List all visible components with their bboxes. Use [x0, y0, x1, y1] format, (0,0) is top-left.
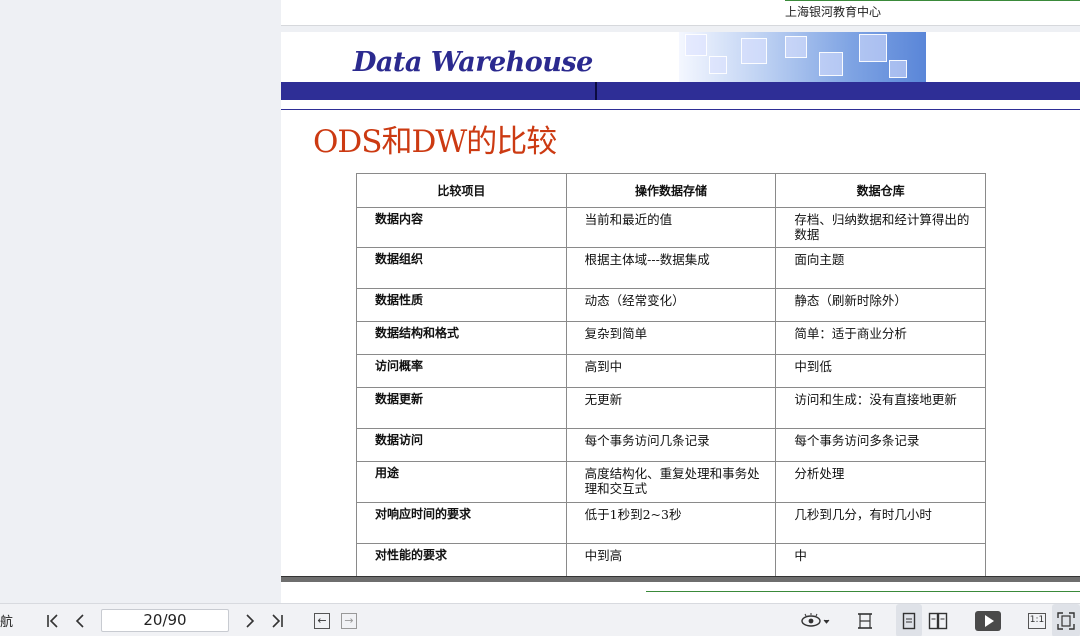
banner-title: Data Warehouse	[353, 47, 593, 78]
play-icon[interactable]	[973, 604, 1003, 636]
navigation-label[interactable]: 航	[0, 604, 18, 636]
column-header: 数据仓库	[775, 173, 986, 208]
banner-graphic	[679, 32, 926, 82]
dw-cell: 分析处理	[775, 461, 986, 503]
prev-page-icon[interactable]	[69, 604, 91, 636]
column-header: 比较项目	[356, 173, 567, 208]
table-row: 访问概率 高到中 中到低	[356, 354, 986, 388]
footer-bar	[281, 576, 1080, 582]
footer-line	[785, 0, 1080, 1]
first-page-icon[interactable]	[42, 604, 64, 636]
next-page-preview	[281, 586, 1080, 603]
dw-cell: 中	[775, 543, 986, 577]
fit-width-icon[interactable]	[852, 604, 878, 636]
previous-page-footer: 上海银河教育中心	[785, 5, 882, 19]
row-item: 访问概率	[356, 354, 567, 388]
row-item: 数据组织	[356, 247, 567, 289]
row-item: 用途	[356, 461, 567, 503]
actual-size-icon[interactable]: 1:1	[1025, 604, 1049, 636]
table-row: 用途 高度结构化、重复处理和事务处理和交互式 分析处理	[356, 461, 986, 503]
table-row: 数据性质 动态（经常变化） 静态（刷新时除外）	[356, 288, 986, 322]
next-page-icon[interactable]	[239, 604, 261, 636]
comparison-table: 比较项目 操作数据存储 数据仓库 数据内容 当前和最近的值 存档、归纳数据和经计…	[356, 173, 986, 577]
fit-page-icon[interactable]	[1052, 604, 1080, 636]
column-header: 操作数据存储	[565, 173, 777, 208]
table-row: 数据结构和格式 复杂到简单 简单：适于商业分析	[356, 321, 986, 355]
dw-cell: 每个事务访问多条记录	[775, 428, 986, 462]
slide-heading: ODS和DW的比较	[313, 124, 557, 160]
header-bar	[281, 82, 1080, 100]
table-row: 数据访问 每个事务访问几条记录 每个事务访问多条记录	[356, 428, 986, 462]
previous-page: 上海银河教育中心	[281, 0, 1080, 26]
ods-cell: 复杂到简单	[565, 321, 777, 355]
row-item: 数据结构和格式	[356, 321, 567, 355]
row-item: 对响应时间的要求	[356, 502, 567, 544]
ods-cell: 高度结构化、重复处理和事务处理和交互式	[565, 461, 777, 503]
dw-cell: 中到低	[775, 354, 986, 388]
dw-cell: 面向主题	[775, 247, 986, 289]
ods-cell: 当前和最近的值	[565, 207, 777, 248]
ods-cell: 低于1秒到2~3秒	[565, 502, 777, 544]
ods-cell: 动态（经常变化）	[565, 288, 777, 322]
row-item: 数据更新	[356, 387, 567, 429]
ods-cell: 中到高	[565, 543, 777, 577]
ods-cell: 每个事务访问几条记录	[565, 428, 777, 462]
dw-cell: 访问和生成：没有直接地更新	[775, 387, 986, 429]
document-viewer[interactable]: 上海银河教育中心 Data Warehouse ODS和DW的比较 比较项目 操…	[0, 0, 1080, 603]
double-page-icon[interactable]	[925, 604, 951, 636]
header-rule	[281, 109, 1080, 110]
table-row: 数据更新 无更新 访问和生成：没有直接地更新	[356, 387, 986, 429]
bottom-toolbar: 航 20/90 ← → 1:1	[0, 603, 1080, 636]
slide-page: Data Warehouse ODS和DW的比较 比较项目 操作数据存储 数据仓…	[281, 32, 1080, 603]
dw-cell: 简单：适于商业分析	[775, 321, 986, 355]
table-row: 对性能的要求 中到高 中	[356, 543, 986, 577]
dw-cell: 几秒到几分，有时几小时	[775, 502, 986, 544]
last-page-icon[interactable]	[266, 604, 288, 636]
table-row: 对响应时间的要求 低于1秒到2~3秒 几秒到几分，有时几小时	[356, 502, 986, 544]
ods-cell: 无更新	[565, 387, 777, 429]
row-item: 数据内容	[356, 207, 567, 248]
dw-cell: 静态（刷新时除外）	[775, 288, 986, 322]
single-page-icon[interactable]	[896, 604, 922, 636]
forward-icon[interactable]: →	[338, 604, 360, 636]
table-row: 数据组织 根据主体域---数据集成 面向主题	[356, 247, 986, 289]
page-number-input[interactable]: 20/90	[101, 609, 229, 632]
row-item: 数据访问	[356, 428, 567, 462]
table-header-row: 比较项目 操作数据存储 数据仓库	[356, 173, 986, 208]
row-item: 数据性质	[356, 288, 567, 322]
dw-cell: 存档、归纳数据和经计算得出的数据	[775, 207, 986, 248]
eye-mode-icon[interactable]	[798, 604, 834, 636]
ods-cell: 高到中	[565, 354, 777, 388]
ods-cell: 根据主体域---数据集成	[565, 247, 777, 289]
row-item: 对性能的要求	[356, 543, 567, 577]
table-row: 数据内容 当前和最近的值 存档、归纳数据和经计算得出的数据	[356, 207, 986, 248]
back-icon[interactable]: ←	[311, 604, 333, 636]
